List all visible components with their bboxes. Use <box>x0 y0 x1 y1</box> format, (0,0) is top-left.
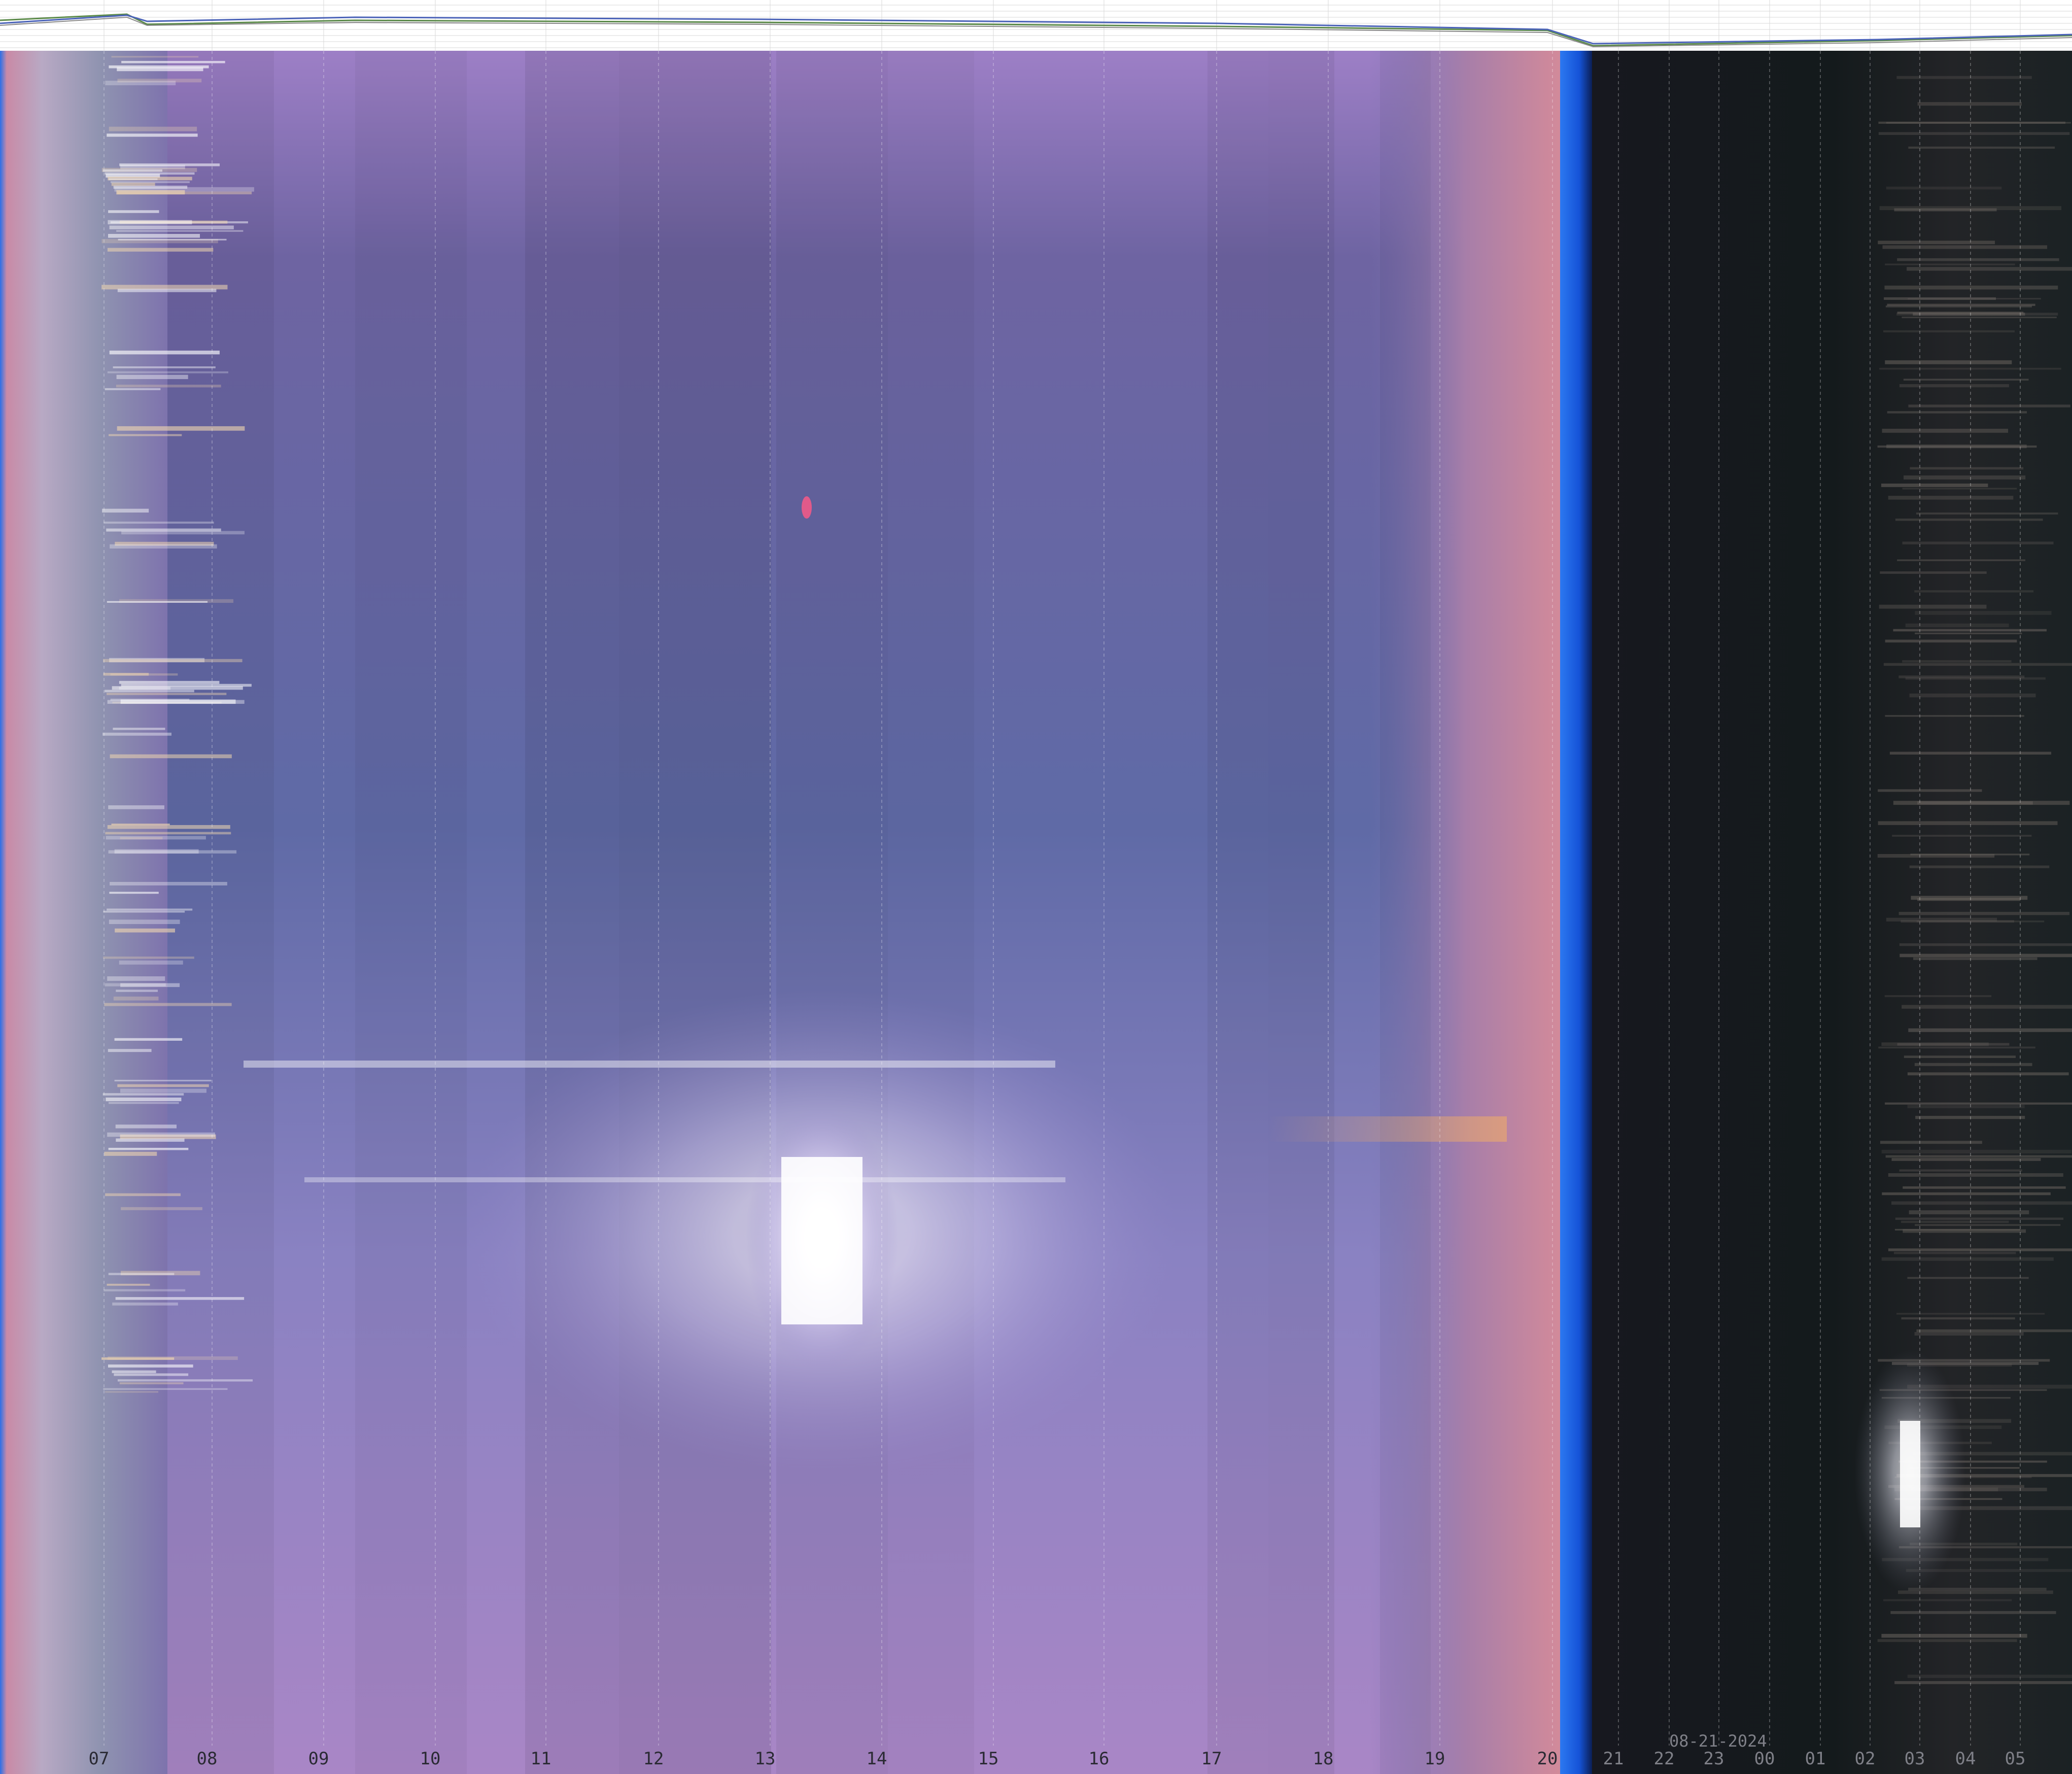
hour-label: 09 <box>308 1749 329 1769</box>
hour-label: 23 <box>1704 1749 1724 1769</box>
hour-label: 22 <box>1654 1749 1675 1769</box>
hour-label: 19 <box>1425 1749 1445 1769</box>
hour-label: 11 <box>531 1749 551 1769</box>
hour-label: 13 <box>755 1749 776 1769</box>
hour-label: 01 <box>1805 1749 1826 1769</box>
hour-label: 04 <box>1955 1749 1976 1769</box>
hour-label: 07 <box>89 1749 110 1769</box>
keogram-image: 07 08 09 10 11 12 13 14 15 16 17 18 19 20 21 22 23 00 01 02… <box>0 0 2072 1774</box>
sunset-glow <box>1268 1116 1507 1142</box>
hour-label: 10 <box>420 1749 441 1769</box>
hour-label: 17 <box>1201 1749 1222 1769</box>
hour-label: 03 <box>1905 1749 1925 1769</box>
hour-label: 00 <box>1754 1749 1775 1769</box>
hour-label: 18 <box>1313 1749 1334 1769</box>
hour-label: 21 <box>1603 1749 1624 1769</box>
hour-label: 20 <box>1537 1749 1558 1769</box>
sky-strip <box>0 51 2072 1774</box>
date-label: 08-21-2024 <box>1669 1731 1767 1751</box>
hour-label: 14 <box>867 1749 887 1769</box>
hour-label: 08 <box>197 1749 218 1769</box>
twilight-band <box>1560 51 1592 1774</box>
hour-label: 12 <box>643 1749 664 1769</box>
moon-glare <box>1854 1350 1966 1593</box>
aircraft-streak <box>802 496 812 519</box>
hour-label: 05 <box>2005 1749 2026 1769</box>
hour-label: 16 <box>1089 1749 1110 1769</box>
hour-label: 02 <box>1855 1749 1876 1769</box>
sensor-graph-strip <box>0 0 2072 51</box>
hour-label: 15 <box>978 1749 999 1769</box>
